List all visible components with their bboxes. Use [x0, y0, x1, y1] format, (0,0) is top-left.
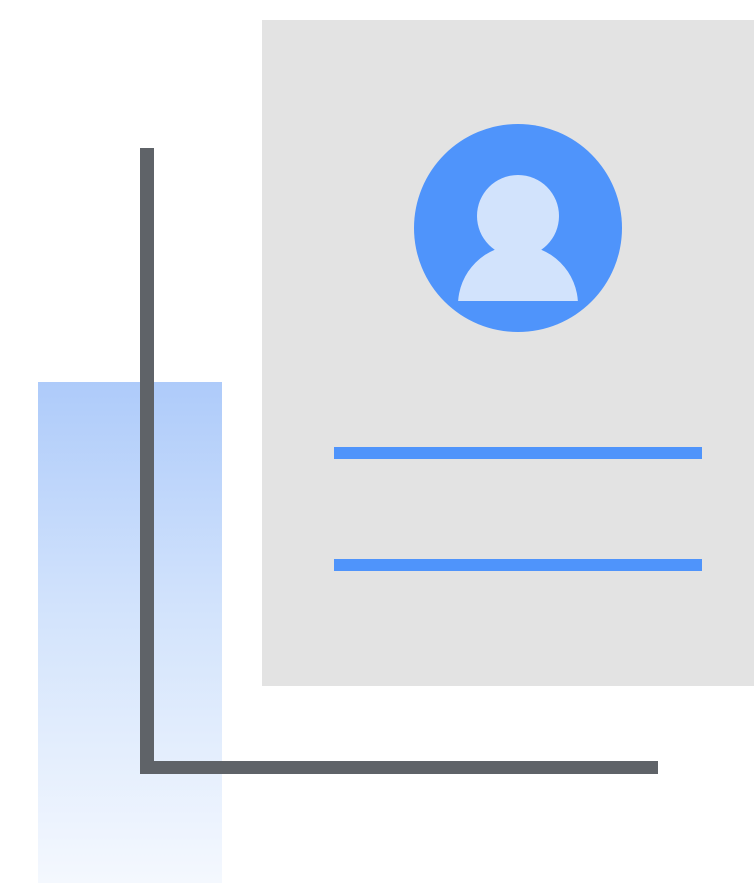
- gradient-column: [38, 382, 222, 883]
- profile-text-line-1: [334, 447, 702, 459]
- person-head-icon: [477, 175, 559, 257]
- vertical-axis-line: [140, 148, 154, 774]
- profile-text-line-2: [334, 559, 702, 571]
- avatar-icon: [414, 124, 622, 332]
- profile-card: [262, 20, 754, 686]
- horizontal-axis-line: [140, 761, 658, 774]
- illustration-canvas: [0, 0, 754, 883]
- person-shoulders-icon: [458, 245, 578, 301]
